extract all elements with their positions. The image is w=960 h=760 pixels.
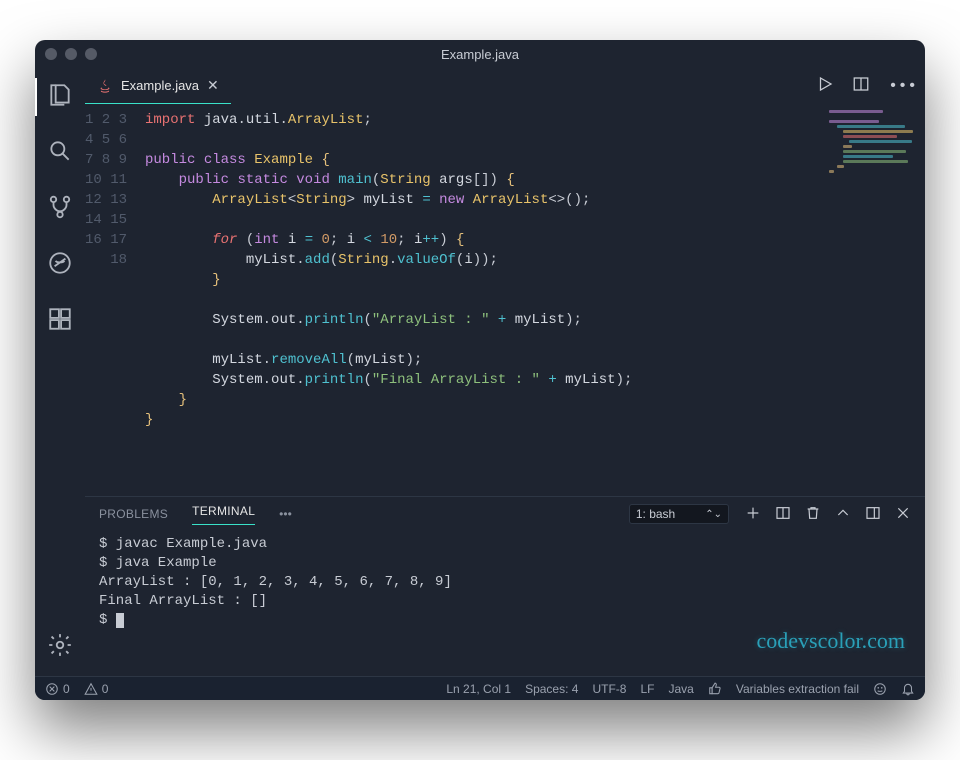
status-warnings[interactable]: 0 — [84, 682, 109, 696]
status-indent[interactable]: Spaces: 4 — [525, 682, 578, 696]
activity-explorer[interactable] — [47, 82, 73, 112]
body-row: Example.java ✕ ••• 1 2 3 4 5 6 7 8 9 10 … — [35, 68, 925, 676]
more-actions-button[interactable]: ••• — [888, 77, 917, 95]
zoom-window-dot[interactable] — [85, 48, 97, 60]
split-editor-button[interactable] — [852, 75, 870, 97]
error-icon — [45, 682, 59, 696]
status-thumb[interactable] — [708, 682, 722, 696]
terminal-selector[interactable]: 1: bash ⌃⌄ — [629, 504, 729, 524]
run-button[interactable] — [816, 75, 834, 97]
editor-tabs: Example.java ✕ ••• — [85, 68, 925, 104]
thumbs-up-icon — [708, 682, 722, 696]
tab-label: Example.java — [121, 78, 199, 93]
status-notification-text[interactable]: Variables extraction fail — [736, 682, 859, 696]
tab-example-java[interactable]: Example.java ✕ — [85, 68, 231, 104]
terminal-new-button[interactable] — [745, 505, 761, 524]
status-encoding[interactable]: UTF-8 — [592, 682, 626, 696]
status-bell[interactable] — [901, 682, 915, 696]
minimize-window-dot[interactable] — [65, 48, 77, 60]
split-icon — [852, 75, 870, 93]
files-icon — [47, 82, 73, 108]
code-editor[interactable]: 1 2 3 4 5 6 7 8 9 10 11 12 13 14 15 16 1… — [85, 104, 925, 496]
activity-debug[interactable] — [47, 250, 73, 280]
status-cursor-position[interactable]: Ln 21, Col 1 — [446, 682, 511, 696]
activity-bar — [35, 68, 85, 676]
activity-scm[interactable] — [47, 194, 73, 224]
panel-tab-problems[interactable]: PROBLEMS — [99, 507, 168, 521]
vscode-window: Example.java — [35, 40, 925, 700]
window-title: Example.java — [35, 47, 925, 62]
editor-column: Example.java ✕ ••• 1 2 3 4 5 6 7 8 9 10 … — [85, 68, 925, 676]
traffic-lights — [45, 48, 97, 60]
close-icon — [895, 505, 911, 521]
bug-icon — [47, 250, 73, 276]
search-icon — [47, 138, 73, 164]
git-branch-icon — [47, 194, 73, 220]
warning-icon — [84, 682, 98, 696]
terminal-output[interactable]: $ javac Example.java $ java Example Arra… — [85, 531, 925, 676]
extensions-icon — [47, 306, 73, 332]
gear-icon — [47, 632, 73, 658]
panel-tabs: PROBLEMS TERMINAL ••• 1: bash ⌃⌄ — [85, 497, 925, 531]
tab-close-icon[interactable]: ✕ — [207, 77, 219, 94]
layout-icon — [865, 505, 881, 521]
close-window-dot[interactable] — [45, 48, 57, 60]
trash-icon — [805, 505, 821, 521]
line-gutter: 1 2 3 4 5 6 7 8 9 10 11 12 13 14 15 16 1… — [85, 104, 145, 496]
chevron-updown-icon: ⌃⌄ — [705, 509, 722, 520]
titlebar: Example.java — [35, 40, 925, 68]
panel-tab-terminal[interactable]: TERMINAL — [192, 504, 255, 525]
java-file-icon — [97, 78, 113, 94]
status-language[interactable]: Java — [668, 682, 693, 696]
activity-settings[interactable] — [47, 632, 73, 662]
terminal-split-button[interactable] — [775, 505, 791, 524]
status-errors[interactable]: 0 — [45, 682, 70, 696]
activity-extensions[interactable] — [47, 306, 73, 336]
chevron-up-icon — [835, 505, 851, 521]
activity-search[interactable] — [47, 138, 73, 168]
bell-icon — [901, 682, 915, 696]
terminal-maximize-button[interactable] — [835, 505, 851, 524]
terminal-selector-label: 1: bash — [636, 507, 675, 521]
terminal-kill-button[interactable] — [805, 505, 821, 524]
code-content[interactable]: import java.util.ArrayList; public class… — [145, 104, 925, 496]
status-eol[interactable]: LF — [640, 682, 654, 696]
editor-actions: ••• — [816, 75, 917, 97]
status-bar: 0 0 Ln 21, Col 1 Spaces: 4 UTF-8 LF Java… — [35, 676, 925, 700]
play-icon — [816, 75, 834, 93]
split-icon — [775, 505, 791, 521]
panel-close-button[interactable] — [895, 505, 911, 524]
status-feedback[interactable] — [873, 682, 887, 696]
panel-tab-more[interactable]: ••• — [279, 507, 292, 521]
bottom-panel: PROBLEMS TERMINAL ••• 1: bash ⌃⌄ — [85, 496, 925, 676]
panel-move-button[interactable] — [865, 505, 881, 524]
plus-icon — [745, 505, 761, 521]
smiley-icon — [873, 682, 887, 696]
